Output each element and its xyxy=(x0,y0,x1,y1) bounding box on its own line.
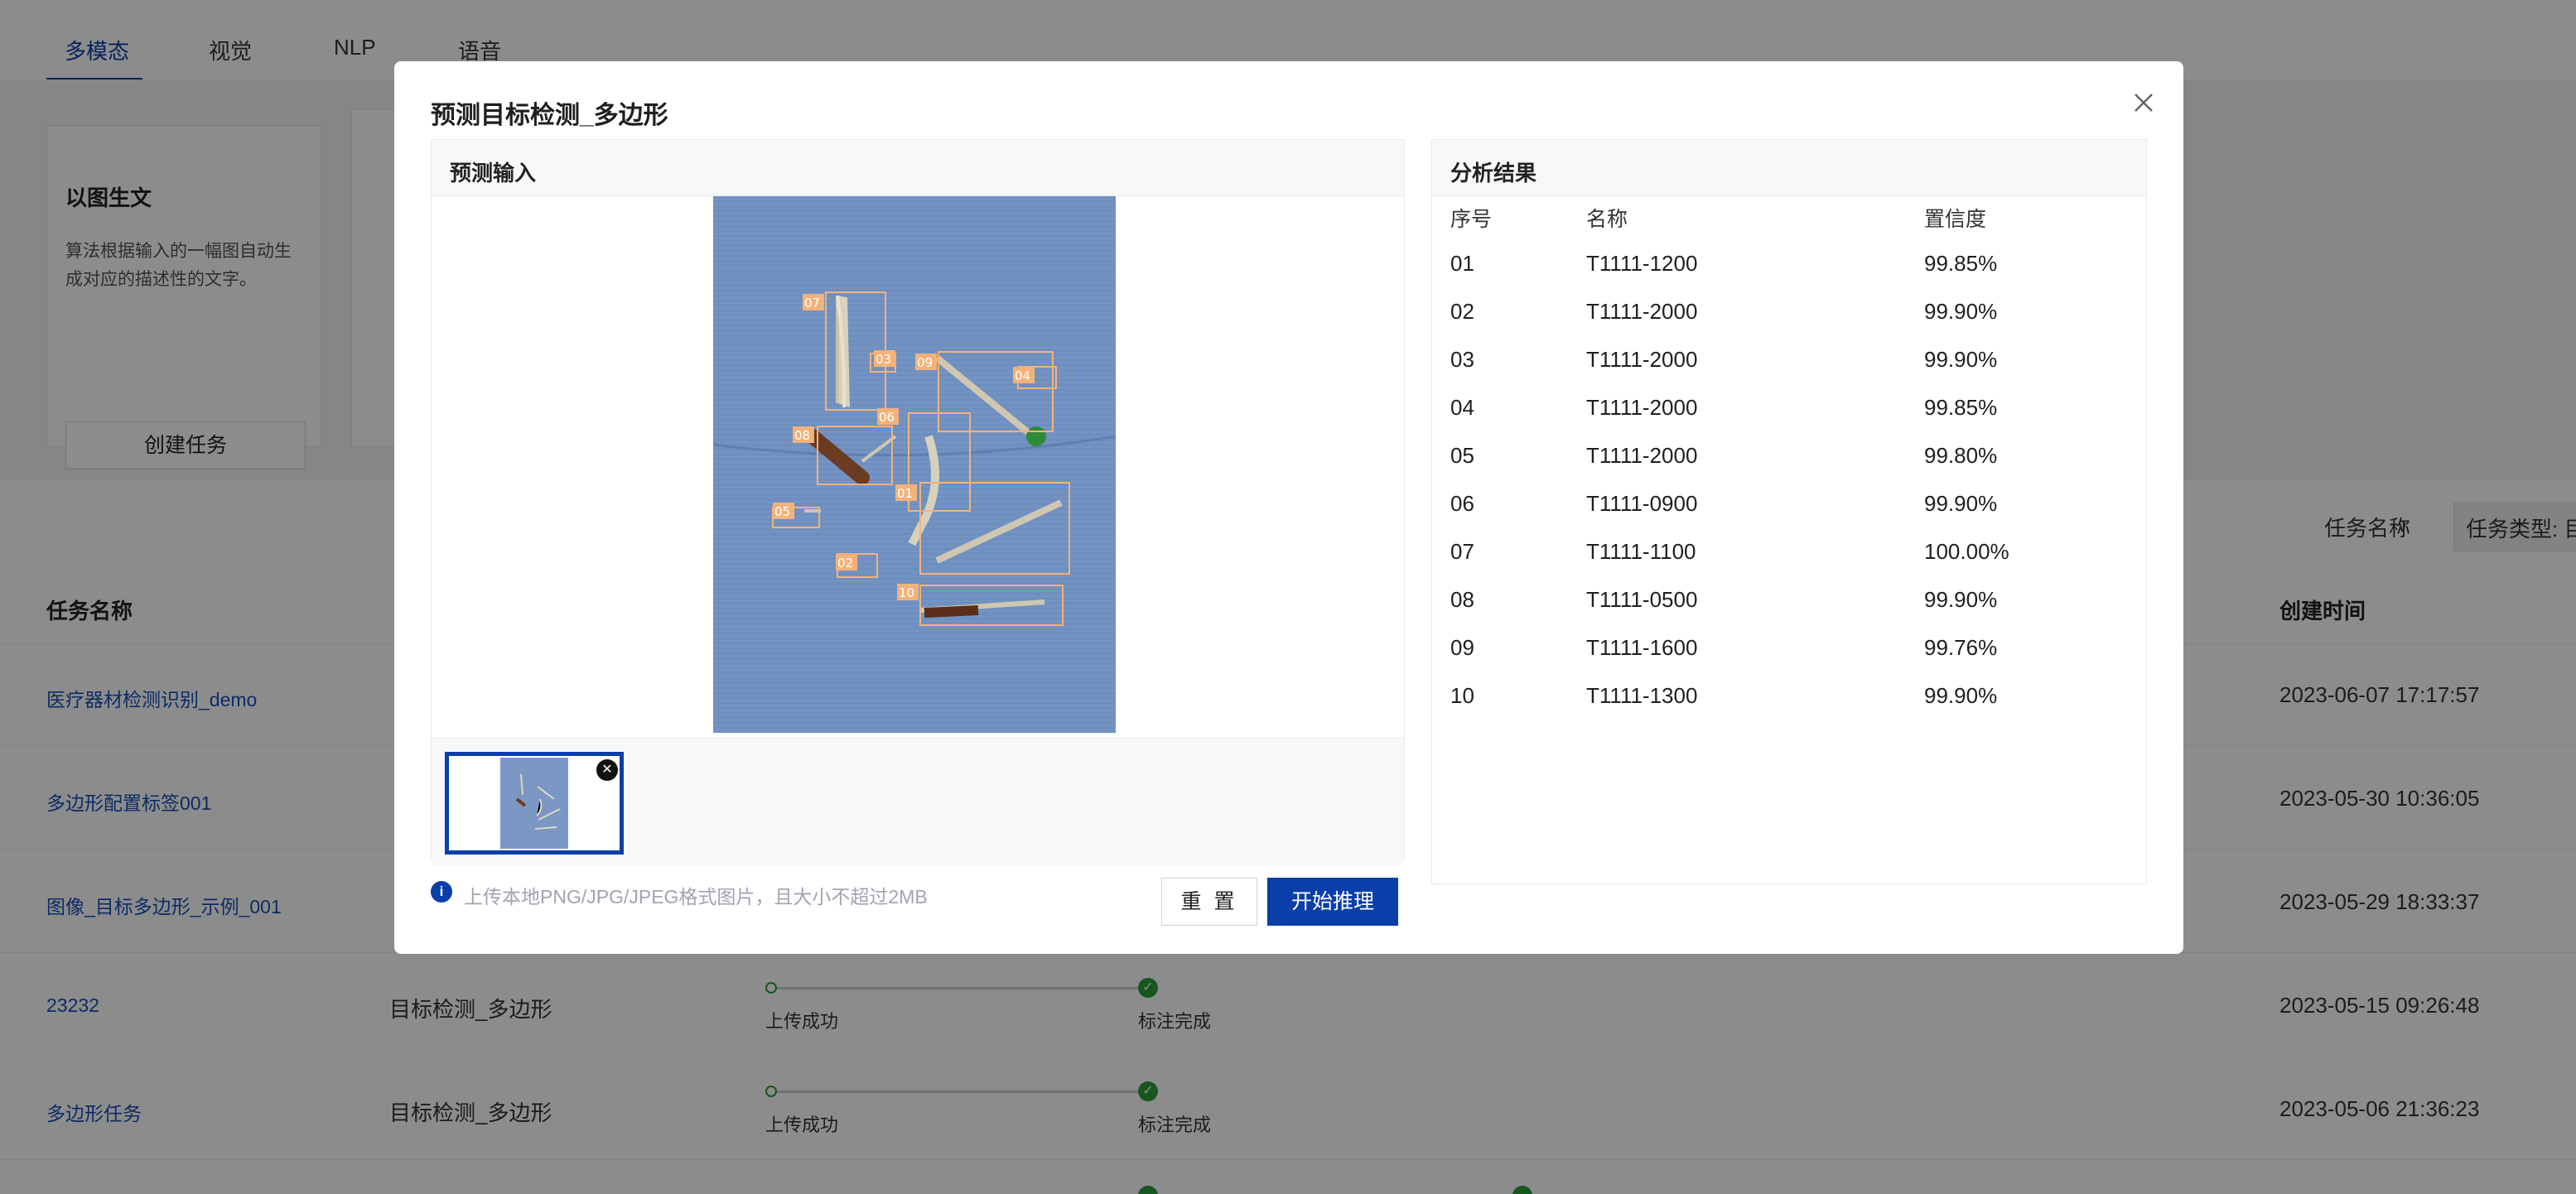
result-index: 06 xyxy=(1450,491,1474,516)
result-name: T1111-1200 xyxy=(1586,251,1698,276)
preview-image: 07 03 09 04 06 08 01 05 02 10 xyxy=(713,196,1116,733)
result-index: 07 xyxy=(1450,539,1474,564)
thumbnail-image xyxy=(500,758,568,849)
detection-label-01: 01 xyxy=(897,486,913,501)
result-index: 01 xyxy=(1450,251,1474,276)
detection-label-02: 02 xyxy=(837,556,853,571)
detection-label-08: 08 xyxy=(794,428,810,443)
result-panel-header: 分析结果 xyxy=(1432,140,2146,196)
result-confidence: 99.80% xyxy=(1924,443,1998,468)
upload-hint-text: 上传本地PNG/JPG/JPEG格式图片，且大小不超过2MB xyxy=(464,886,928,908)
info-icon: i xyxy=(431,881,452,903)
result-name: T1111-1600 xyxy=(1586,635,1698,660)
result-index: 05 xyxy=(1450,443,1474,468)
input-panel-header: 预测输入 xyxy=(432,140,1404,196)
result-panel: 分析结果 序号 名称 置信度 01 T1111-1200 99.85% 02 T1111… xyxy=(1431,139,2147,884)
start-inference-button[interactable]: 开始推理 xyxy=(1267,878,1398,926)
reset-button[interactable]: 重 置 xyxy=(1161,878,1257,926)
result-header-index: 序号 xyxy=(1450,208,1493,231)
result-name: T1111-0900 xyxy=(1586,491,1698,516)
modal-title: 预测目标检测_多边形 xyxy=(431,102,668,129)
predict-modal: 预测目标检测_多边形 预测输入 07 03 09 04 06 08 01 05 … xyxy=(394,61,2183,954)
result-header-name: 名称 xyxy=(1586,208,1628,231)
result-name: T1111-2000 xyxy=(1586,347,1698,372)
result-index: 10 xyxy=(1450,683,1474,708)
result-confidence: 99.90% xyxy=(1924,491,1998,516)
result-confidence: 99.90% xyxy=(1924,587,1998,612)
result-confidence: 99.90% xyxy=(1924,299,1998,324)
result-confidence: 99.90% xyxy=(1924,347,1998,372)
detection-label-03: 03 xyxy=(876,352,891,367)
result-index: 03 xyxy=(1450,347,1474,372)
input-panel: 预测输入 07 03 09 04 06 08 01 05 02 10 ✕ xyxy=(431,139,1405,865)
result-index: 09 xyxy=(1450,635,1474,660)
detection-label-05: 05 xyxy=(774,504,790,519)
result-header-confidence: 置信度 xyxy=(1924,208,1987,231)
detection-label-06: 06 xyxy=(879,410,895,425)
result-name: T1111-1100 xyxy=(1586,539,1696,564)
result-panel-title: 分析结果 xyxy=(1450,161,1537,185)
result-name: T1111-2000 xyxy=(1586,299,1698,324)
result-name: T1111-2000 xyxy=(1586,443,1698,468)
result-index: 08 xyxy=(1450,587,1474,612)
detection-label-07: 07 xyxy=(804,296,820,311)
thumbnail-strip: ✕ xyxy=(432,738,1404,865)
result-index: 02 xyxy=(1450,299,1474,324)
detection-label-04: 04 xyxy=(1015,368,1030,383)
result-confidence: 100.00% xyxy=(1924,539,2009,564)
result-confidence: 99.85% xyxy=(1924,251,1998,276)
detection-label-10: 10 xyxy=(899,585,914,600)
remove-image-icon[interactable]: ✕ xyxy=(596,759,618,781)
result-confidence: 99.90% xyxy=(1924,683,1998,708)
result-confidence: 99.76% xyxy=(1924,635,1998,660)
detection-label-09: 09 xyxy=(917,355,933,370)
result-name: T1111-0500 xyxy=(1586,587,1698,612)
input-panel-title: 预测输入 xyxy=(450,161,537,185)
result-name: T1111-2000 xyxy=(1586,395,1698,420)
image-thumbnail[interactable]: ✕ xyxy=(445,752,624,855)
close-icon[interactable] xyxy=(2127,86,2160,119)
result-index: 04 xyxy=(1450,395,1474,420)
result-name: T1111-1300 xyxy=(1586,683,1698,708)
result-confidence: 99.85% xyxy=(1924,395,1998,420)
